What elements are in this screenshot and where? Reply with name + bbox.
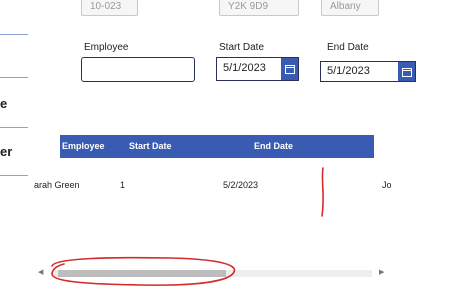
- annotation-vertical-stroke: [321, 167, 324, 217]
- annotation-ellipse: [51, 256, 236, 286]
- red-annotation-marks: [51, 167, 324, 286]
